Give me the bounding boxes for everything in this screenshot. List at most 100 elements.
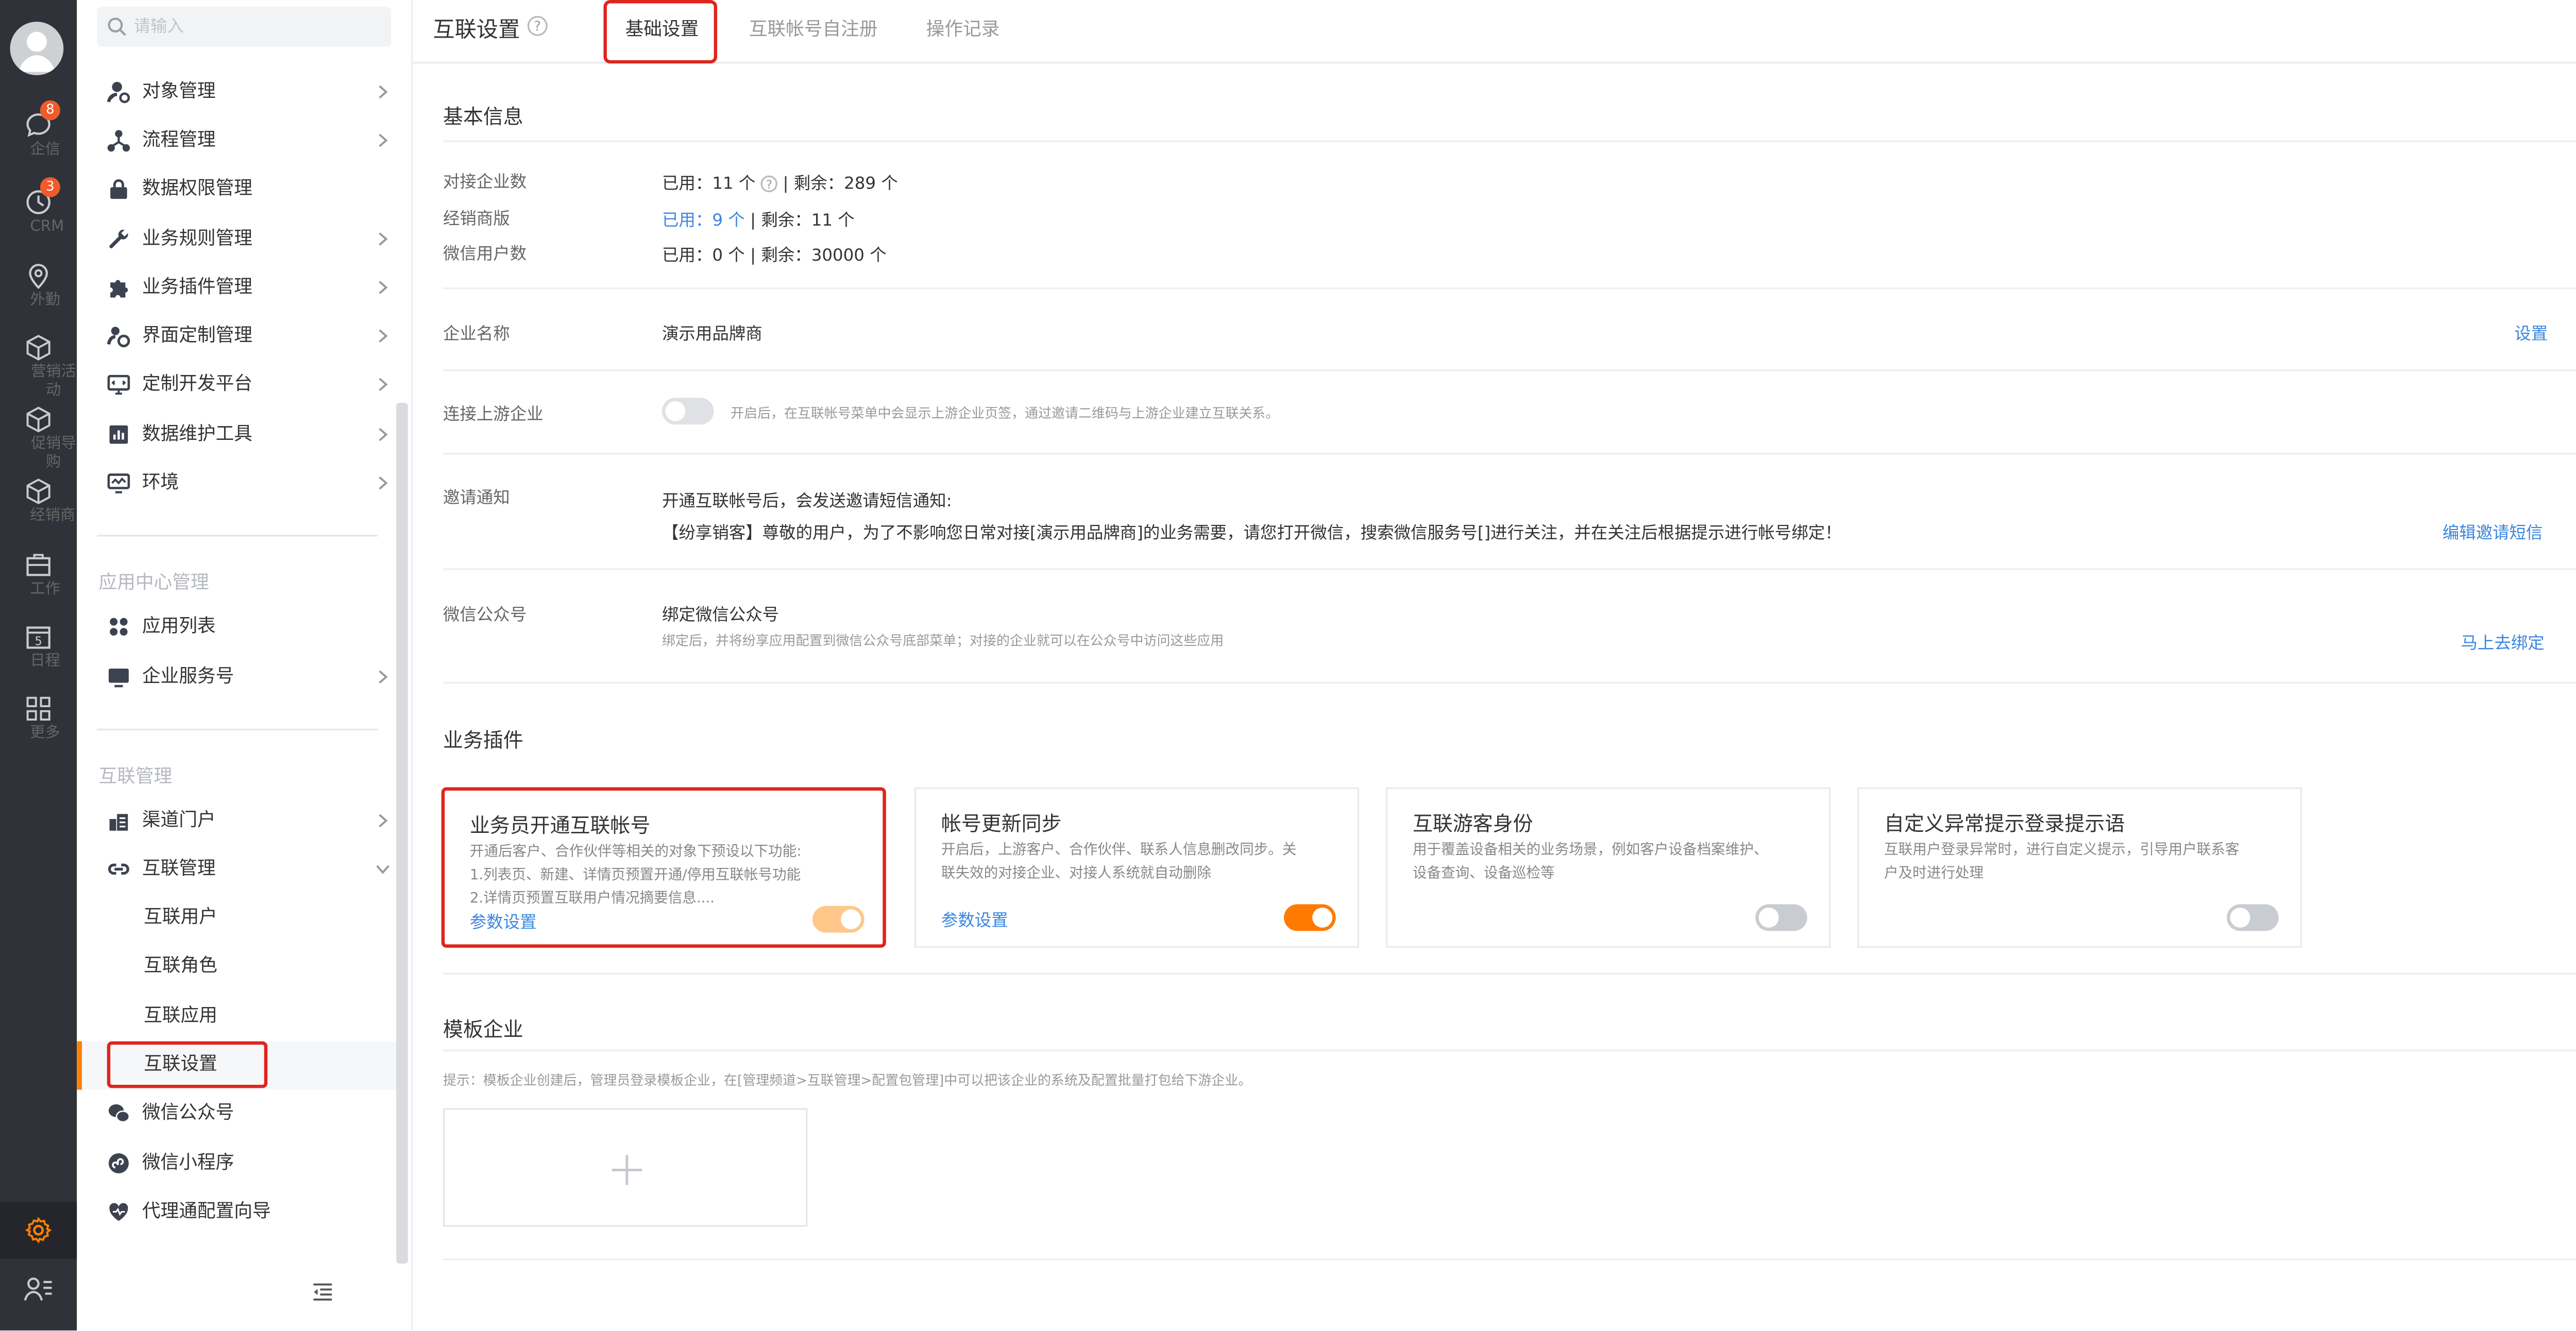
plugin-card-guest-identity: 互联游客身份 用于覆盖设备相关的业务场景，例如客户设备档案维护、 设备查询、设备… <box>1386 787 1831 948</box>
used-prefix[interactable]: 已用： <box>662 212 712 231</box>
nav-item-app-list[interactable]: 应用列表 <box>97 605 378 649</box>
wechat-users-value: 已用：0 个 | 剩余：30000 个 <box>662 241 887 266</box>
rail-item-qixin[interactable]: 8 企信 <box>0 100 77 167</box>
calendar-icon: 5 <box>26 626 50 649</box>
tab-operation-log[interactable]: 操作记录 <box>926 15 1000 42</box>
user-settings-button[interactable] <box>0 1262 77 1319</box>
plugin-toggle[interactable] <box>1284 904 1336 931</box>
nav-item-wechat-oa[interactable]: 微信公众号 <box>97 1091 378 1135</box>
plugin-toggle[interactable] <box>812 906 865 933</box>
chevron-right-icon <box>379 85 388 99</box>
ui-custom-icon <box>107 327 130 348</box>
app-rail: 8 企信 3 CRM 外勤 营销活动 促销导购 经销商 工作 5 日程 更多 <box>0 0 77 1330</box>
annotation-highlight-tab <box>603 0 718 64</box>
nav-item-interconnect[interactable]: 互联管理 <box>97 847 389 891</box>
nav-item-plugin[interactable]: 业务插件管理 <box>97 266 388 309</box>
rail-item-work[interactable]: 工作 <box>0 543 77 607</box>
plugin-toggle[interactable] <box>2227 904 2279 931</box>
plugin-title: 互联游客身份 <box>1412 812 1533 836</box>
rail-item-schedule[interactable]: 5 日程 <box>0 615 77 678</box>
nav-label: 渠道门户 <box>142 809 216 831</box>
nav-label: 企业服务号 <box>142 665 234 687</box>
nav-sub-users[interactable]: 互联用户 <box>144 896 378 939</box>
plugin-desc: 开启后，上游客户、合作伙伴、联系人信息删改同步。关 联失效的对接企业、对接人系统… <box>941 839 1343 886</box>
settings-button[interactable] <box>0 1202 77 1259</box>
user-list-icon <box>24 1277 52 1301</box>
plugin-desc-line: 开启后，上游客户、合作伙伴、联系人信息删改同步。关 <box>941 842 1297 859</box>
annotation-highlight-nav <box>107 1041 268 1088</box>
help-icon[interactable]: ? <box>527 15 548 37</box>
rail-label: 外勤 <box>30 292 60 310</box>
section-title-basic: 基本信息 <box>443 105 523 129</box>
rail-label: 经销商 <box>30 508 76 525</box>
side-nav: 对象管理 流程管理 数据权限管理 业务规则管理 业务插件管理 界面定制管理 <box>77 0 413 1330</box>
add-template-button[interactable] <box>443 1108 808 1227</box>
rail-item-marketing[interactable]: 营销活动 <box>0 326 77 400</box>
nav-sub-roles[interactable]: 互联角色 <box>144 944 378 987</box>
nav-item-object[interactable]: 对象管理 <box>97 70 388 113</box>
bind-now-link[interactable]: 马上去绑定 <box>2461 628 2544 654</box>
nav-item-agent-wizard[interactable]: 代理通配置向导 <box>97 1190 378 1233</box>
help-icon[interactable]: ? <box>760 175 778 193</box>
nav-divider <box>97 535 378 537</box>
nav-item-channel-portal[interactable]: 渠道门户 <box>97 799 388 842</box>
chevron-right-icon <box>379 133 388 147</box>
field-label: 经销商版 <box>443 210 510 229</box>
plugin-toggle[interactable] <box>1755 904 1807 931</box>
set-company-link[interactable]: 设置 <box>2514 319 2548 345</box>
remain-value: 289 个 <box>844 175 898 194</box>
rail-item-dealer[interactable]: 经销商 <box>0 470 77 533</box>
nav-item-dev-platform[interactable]: 定制开发平台 <box>97 363 388 406</box>
connected-companies-value: 已用：11 个 ? | 剩余：289 个 <box>662 169 898 194</box>
divider <box>443 287 2576 289</box>
link-icon <box>108 863 129 875</box>
toggle-knob <box>665 401 686 421</box>
nav-item-data-permission[interactable]: 数据权限管理 <box>97 167 378 210</box>
plugin-params-link[interactable]: 参数设置 <box>470 908 537 933</box>
company-name-value: 演示用品牌商 <box>662 326 762 345</box>
used-prefix: 已用： <box>662 175 713 194</box>
nav-label: 界面定制管理 <box>142 324 252 346</box>
cube-icon <box>26 406 50 433</box>
nav-item-business-rule[interactable]: 业务规则管理 <box>97 217 388 261</box>
nav-label: 数据维护工具 <box>142 422 252 445</box>
rail-item-promotion[interactable]: 促销导购 <box>0 398 77 471</box>
search-input[interactable] <box>133 11 381 42</box>
nav-item-ui-custom[interactable]: 界面定制管理 <box>97 314 388 357</box>
field-label: 企业名称 <box>443 326 510 345</box>
wechat-icon <box>108 1104 130 1123</box>
plugin-desc: 用于覆盖设备相关的业务场景，例如客户设备档案维护、 设备查询、设备巡检等 <box>1413 839 1814 886</box>
nav-sub-apps[interactable]: 互联应用 <box>144 995 378 1038</box>
chevron-right-icon <box>379 281 388 294</box>
nav-label: 微信公众号 <box>142 1101 234 1123</box>
nav-item-service-account[interactable]: 企业服务号 <box>97 655 388 698</box>
nav-label: 互联管理 <box>142 857 216 879</box>
plugin-params-link[interactable]: 参数设置 <box>941 906 1008 931</box>
nav-scrollbar[interactable] <box>396 403 408 1264</box>
divider <box>443 972 2576 975</box>
collapse-menu-icon[interactable] <box>311 1281 334 1304</box>
page-title: 互联设置 <box>433 18 520 44</box>
miniprogram-icon <box>108 1153 129 1173</box>
flow-icon <box>107 130 130 152</box>
upstream-toggle[interactable] <box>662 398 714 425</box>
template-hint: 提示：模板企业创建后，管理员登录模板企业，在[管理频道>互联管理>配置包管理]中… <box>443 1073 1252 1088</box>
puzzle-icon <box>110 280 128 298</box>
nav-item-data-tool[interactable]: 数据维护工具 <box>97 413 388 456</box>
used-prefix: 已用： <box>662 247 713 266</box>
chevron-right-icon <box>379 329 388 343</box>
rail-item-waiqin[interactable]: 外勤 <box>0 254 77 317</box>
tab-self-register[interactable]: 互联帐号自注册 <box>749 15 878 42</box>
rail-label: 企信 <box>30 142 60 159</box>
nav-item-flow[interactable]: 流程管理 <box>97 118 388 162</box>
rail-item-crm[interactable]: 3 CRM <box>0 177 77 244</box>
plugin-title: 自定义异常提示登录提示语 <box>1884 812 2125 836</box>
nav-label: 应用列表 <box>142 615 216 637</box>
avatar[interactable] <box>10 22 64 76</box>
rail-item-more[interactable]: 更多 <box>0 687 77 750</box>
nav-item-env[interactable]: 环境 <box>97 462 388 505</box>
used-value-link[interactable]: 9 个 <box>712 212 744 231</box>
edit-invite-sms-link[interactable]: 编辑邀请短信 <box>2443 518 2543 543</box>
nav-item-miniprogram[interactable]: 微信小程序 <box>97 1141 378 1185</box>
object-icon <box>107 82 130 104</box>
